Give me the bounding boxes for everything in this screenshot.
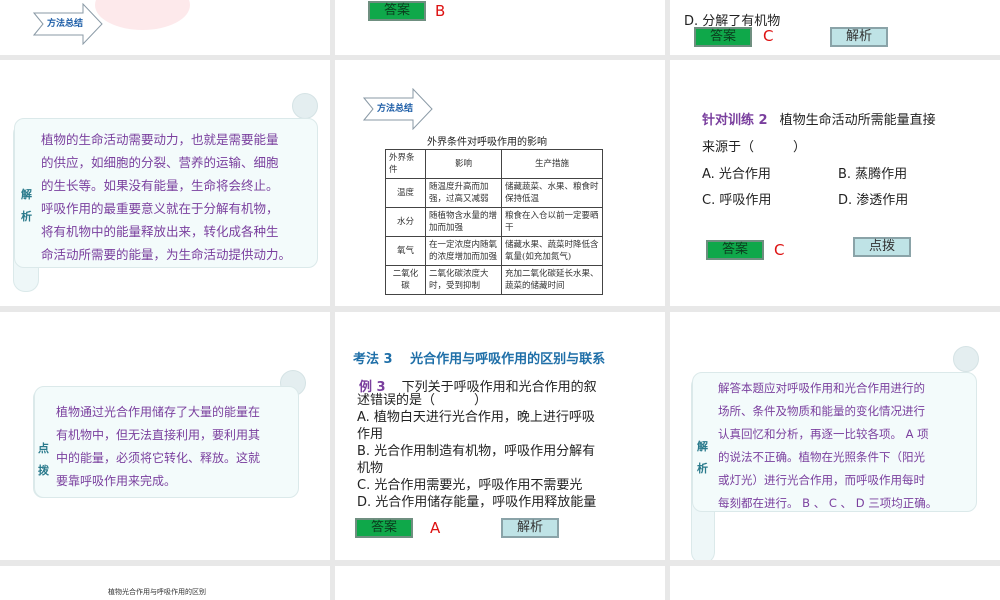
slide-thumbnail[interactable]: 针对训练 2 植物生命活动所需能量直接 来源于（ ） A. 光合作用 B. 蒸腾作…: [670, 60, 1000, 306]
table-row: 二氧化碳 二氧化碳浓度大时，受到抑制 充加二氧化碳延长水果、蔬菜的储藏时间: [385, 265, 603, 295]
method-summary-label: 方法总结: [47, 19, 84, 29]
side-label: 解析: [697, 440, 708, 475]
scroll-curl: [953, 346, 979, 372]
slide-thumbnail[interactable]: [670, 566, 1000, 600]
conditions-table: 外界条件 影响 生产措施 温度 随温度升高而加强，过高又减弱 储藏蔬菜、水果、粮食时保持…: [385, 149, 603, 295]
table-header: 生产措施: [501, 149, 603, 179]
option-d: D. 渗透作用: [838, 193, 909, 208]
question-cont: 来源于（ ）: [702, 140, 807, 155]
method-summary-arrow: 方法总结: [362, 87, 433, 131]
slide-caption: 植物光合作用与呼吸作用的区别: [108, 588, 206, 596]
table-row: 氧气 在一定浓度内随氧的浓度增加而加强 储藏水果、蔬菜时降低含氧量(如充加氮气): [385, 236, 603, 266]
scroll-curl: [292, 93, 318, 119]
option-a: A. 光合作用: [702, 167, 771, 182]
answer-button[interactable]: 答案: [355, 518, 413, 538]
side-label: 解析: [21, 188, 32, 223]
question: 针对训练 2 植物生命活动所需能量直接: [702, 113, 936, 128]
slide-thumbnail[interactable]: 答案 B: [335, 0, 665, 55]
analysis-button[interactable]: 解析: [501, 518, 559, 538]
analysis-text: 解答本题应对呼吸作用和光合作用进行的 场所、条件及物质和能量的变化情况进行 认真回忆…: [718, 381, 938, 510]
side-label: 点拨: [38, 442, 49, 477]
option-c: C. 呼吸作用: [702, 193, 772, 208]
section-heading: 考法 3 光合作用与呼吸作用的区别与联系: [353, 352, 606, 367]
method-summary-label: 方法总结: [377, 104, 414, 114]
answer-value: B: [435, 2, 446, 20]
option-b: B. 蒸腾作用: [838, 167, 908, 182]
slide-thumbnail[interactable]: 点拨 植物通过光合作用储存了大量的能量在 有机物中，但无法直接利用，要利用其 中的能…: [0, 312, 330, 560]
hint-button[interactable]: 点拨: [853, 237, 911, 257]
answer-value: C: [774, 241, 785, 259]
table-title: 外界条件对呼吸作用的影响: [427, 137, 547, 148]
slide-thumbnail[interactable]: 方法总结 外界条件对呼吸作用的影响 外界条件 影响 生产措施 温度 随温度升高而加强，…: [335, 60, 665, 306]
table-header: 外界条件: [385, 149, 426, 179]
table-row: 水分 随植物含水量的增加而加强 粮食在入仓以前一定要晒干: [385, 207, 603, 237]
analysis-button[interactable]: 解析: [830, 27, 888, 47]
slide-thumbnail[interactable]: [335, 566, 665, 600]
slide-thumbnail[interactable]: 考法 3 光合作用与呼吸作用的区别与联系 例 3 下列关于呼吸作用和光合作用的叙 …: [335, 312, 665, 560]
answer-button[interactable]: 答案: [368, 1, 426, 21]
slide-thumbnail[interactable]: 方法总结: [0, 0, 330, 55]
decorative-bubbles: [95, 0, 190, 30]
table-header: 影响: [425, 149, 502, 179]
slide-thumbnail[interactable]: 解析 解答本题应对呼吸作用和光合作用进行的 场所、条件及物质和能量的变化情况进行认…: [670, 312, 1000, 560]
table-row: 温度 随温度升高而加强，过高又减弱 储藏蔬菜、水果、粮食时保持低温: [385, 178, 603, 208]
answer-value: C: [763, 27, 774, 45]
method-summary-arrow: 方法总结: [32, 2, 103, 46]
hint-text: 植物通过光合作用储存了大量的能量在 有机物中，但无法直接利用，要利用其 中的能量，必…: [56, 405, 261, 488]
answer-button[interactable]: 答案: [706, 240, 764, 260]
answer-button[interactable]: 答案: [694, 27, 752, 47]
analysis-text: 植物的生命活动需要动力，也就是需要能量 的供应，如细胞的分裂、营养的运输、细胞 的生…: [41, 132, 292, 262]
question-cont: 述错误的是（ ） A. 植物白天进行光合作用，晚上进行呼吸 作用 B. 光合作用制…: [357, 393, 597, 510]
slide-thumbnail[interactable]: D. 分解了有机物 答案 C 解析: [670, 0, 1000, 55]
slide-thumbnail[interactable]: 解析 植物的生命活动需要动力，也就是需要能量 的供应，如细胞的分裂、营养的运输、细…: [0, 60, 330, 306]
slide-thumbnail[interactable]: 植物光合作用与呼吸作用的区别: [0, 566, 330, 600]
answer-value: A: [430, 519, 441, 537]
